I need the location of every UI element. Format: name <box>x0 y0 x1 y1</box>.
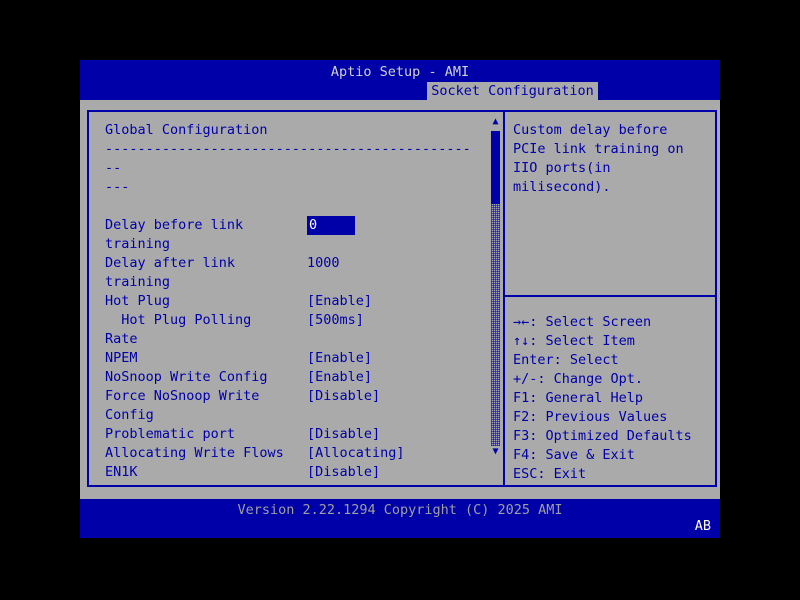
hotkey-f3-optimized-defaults: F3: Optimized Defaults <box>513 427 715 446</box>
hotkey-f1-general-help: F1: General Help <box>513 389 715 408</box>
hotkey-f2-previous-values: F2: Previous Values <box>513 408 715 427</box>
scrollbar-thumb[interactable] <box>491 131 500 204</box>
scroll-down-icon[interactable]: ▼ <box>492 446 498 458</box>
setting-label: EN1K <box>105 463 307 482</box>
hotkey-select-item: ↑↓: Select Item <box>513 332 715 351</box>
version-text: Version 2.22.1294 Copyright (C) 2025 AMI <box>80 499 720 520</box>
scrollbar[interactable]: ▲ ▼ <box>490 116 501 458</box>
setting-label: NoSnoop Write Config <box>105 368 307 387</box>
section-title: Global Configuration <box>105 121 473 140</box>
hotkey-esc-exit: ESC: Exit <box>513 465 715 484</box>
setting-row-en1k[interactable]: EN1K [Disable] <box>105 463 473 482</box>
setting-label: Delay before link training <box>105 216 307 254</box>
setting-value: [500ms] <box>307 311 364 330</box>
setting-label: Delay after link training <box>105 254 307 292</box>
setting-label: Allocating Write Flows <box>105 444 307 463</box>
page-title: Aptio Setup - AMI <box>80 60 720 82</box>
hotkey-legend: →←: Select Screen ↑↓: Select Item Enter:… <box>513 313 715 484</box>
setting-label: Force NoSnoop Write Config <box>105 387 307 425</box>
hotkey-change-opt: +/-: Change Opt. <box>513 370 715 389</box>
setting-row-problematic-port[interactable]: Problematic port [Disable] <box>105 425 473 444</box>
setting-value-selected: 0 <box>307 216 355 235</box>
setting-value: [Enable] <box>307 292 372 311</box>
setting-row-force-nosnoop-write-config[interactable]: Force NoSnoop Write Config [Disable] <box>105 387 473 425</box>
setting-row-nosnoop-write-config[interactable]: NoSnoop Write Config [Enable] <box>105 368 473 387</box>
hotkey-f4-save-exit: F4: Save & Exit <box>513 446 715 465</box>
content-area: Global Configuration -------------------… <box>80 100 720 499</box>
setting-value: [Disable] <box>307 425 380 444</box>
section-separator: ----------------------------------------… <box>105 140 473 197</box>
setting-row-hot-plug[interactable]: Hot Plug [Enable] <box>105 292 473 311</box>
setting-row-delay-before-link-training[interactable]: Delay before link training 0 <box>105 216 473 254</box>
setting-row-delay-after-link-training[interactable]: Delay after link training 1000 <box>105 254 473 292</box>
setting-row-npem[interactable]: NPEM [Enable] <box>105 349 473 368</box>
bios-setup-screen: Aptio Setup - AMI Socket Configuration G… <box>80 60 720 538</box>
setting-row-hot-plug-polling-rate[interactable]: Hot Plug Polling Rate [500ms] <box>105 311 473 349</box>
setting-value: [Enable] <box>307 368 372 387</box>
setting-value: [Disable] <box>307 463 380 482</box>
footer-bar: Version 2.22.1294 Copyright (C) 2025 AMI… <box>80 499 720 538</box>
setting-label: Hot Plug <box>105 292 307 311</box>
setting-row-allocating-write-flows[interactable]: Allocating Write Flows [Allocating] <box>105 444 473 463</box>
setting-value: [Allocating] <box>307 444 405 463</box>
hotkey-select-screen: →←: Select Screen <box>513 313 715 332</box>
scroll-up-icon[interactable]: ▲ <box>492 116 498 128</box>
setting-value: [Disable] <box>307 387 380 406</box>
help-panel-divider <box>505 295 715 297</box>
setting-value: [Enable] <box>307 349 372 368</box>
help-panel: Custom delay before PCIe link training o… <box>505 110 717 487</box>
setting-label: NPEM <box>105 349 307 368</box>
footer-corner-code: AB <box>695 517 711 536</box>
help-description: Custom delay before PCIe link training o… <box>513 121 711 197</box>
setting-label: Hot Plug Polling Rate <box>105 311 307 349</box>
bios-screen-background: { "header": { "title": "Aptio Setup - AM… <box>0 0 800 600</box>
scrollbar-track[interactable] <box>491 204 500 446</box>
title-bar: Aptio Setup - AMI Socket Configuration <box>80 60 720 100</box>
hotkey-enter-select: Enter: Select <box>513 351 715 370</box>
settings-list: Global Configuration -------------------… <box>89 112 503 482</box>
setting-value: 1000 <box>307 254 340 273</box>
tab-socket-configuration[interactable]: Socket Configuration <box>427 82 598 100</box>
setting-label: Problematic port <box>105 425 307 444</box>
settings-panel: Global Configuration -------------------… <box>87 110 505 487</box>
